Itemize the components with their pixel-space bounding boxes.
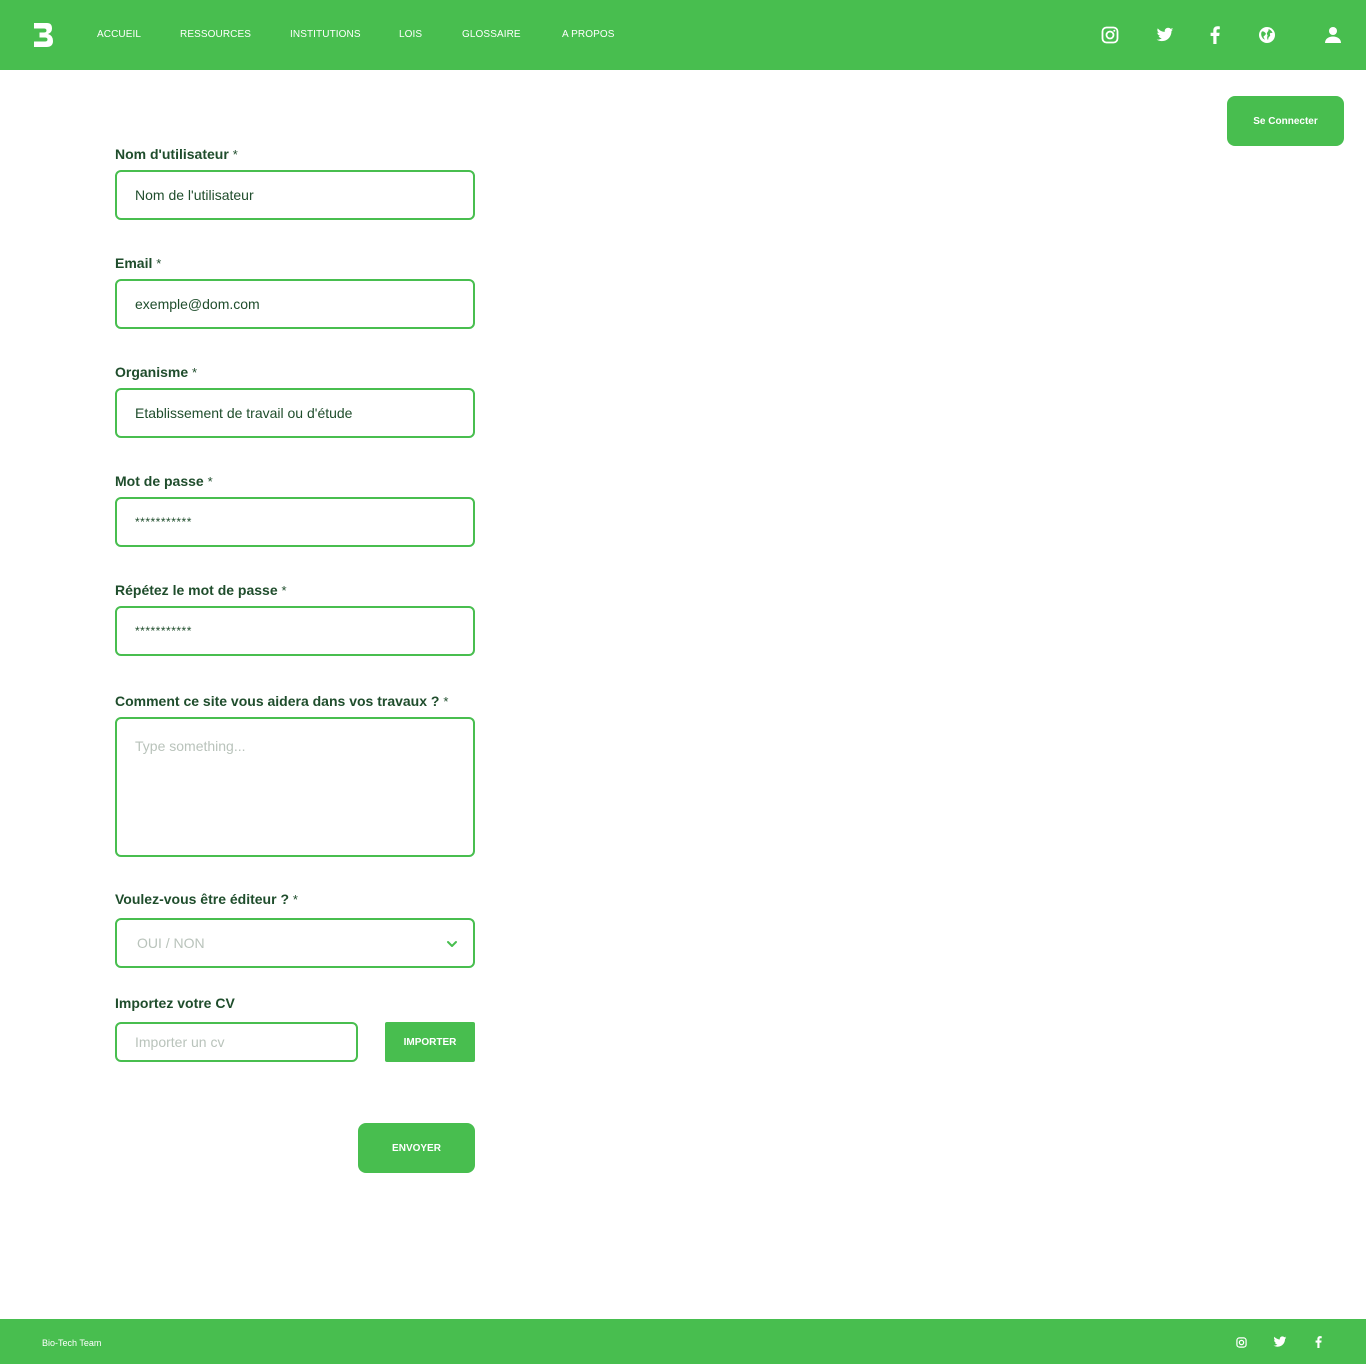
nav-lois[interactable]: LOIS xyxy=(399,29,422,40)
footer-text: Bio-Tech Team xyxy=(42,1338,102,1348)
password-repeat-value: *********** xyxy=(135,624,192,638)
facebook-icon[interactable] xyxy=(1311,1335,1325,1349)
motivation-placeholder: Type something... xyxy=(135,738,246,754)
required-mark: * xyxy=(292,892,298,907)
username-label: Nom d'utilisateur * xyxy=(115,146,238,162)
required-mark: * xyxy=(156,256,162,271)
editor-label: Voulez-vous être éditeur ? * xyxy=(115,891,298,907)
twitter-icon[interactable] xyxy=(1155,25,1175,45)
nav-accueil[interactable]: ACCUEIL xyxy=(97,29,141,40)
required-mark: * xyxy=(207,474,213,489)
username-label-text: Nom d'utilisateur xyxy=(115,146,229,162)
motivation-label-text: Comment ce site vous aidera dans vos tra… xyxy=(115,693,440,709)
email-label: Email * xyxy=(115,255,161,271)
facebook-icon[interactable] xyxy=(1205,25,1225,45)
password-input[interactable]: *********** xyxy=(115,497,475,547)
bird-icon[interactable] xyxy=(1273,1335,1287,1349)
email-label-text: Email xyxy=(115,255,153,271)
logo-icon[interactable] xyxy=(31,20,55,50)
password-value: *********** xyxy=(135,515,192,529)
chevron-down-icon xyxy=(447,941,457,947)
connect-button[interactable]: Se Connecter xyxy=(1227,96,1344,146)
organisme-input[interactable]: Etablissement de travail ou d'étude xyxy=(115,388,475,438)
email-input[interactable]: exemple@dom.com xyxy=(115,279,475,329)
nav-glossaire[interactable]: GLOSSAIRE xyxy=(462,29,521,40)
footer: Bio-Tech Team xyxy=(0,1319,1366,1364)
required-mark: * xyxy=(281,583,287,598)
submit-button[interactable]: ENVOYER xyxy=(358,1123,475,1173)
editor-select-value: OUI / NON xyxy=(137,935,205,951)
password-label: Mot de passe * xyxy=(115,473,213,489)
editor-label-text: Voulez-vous être éditeur ? xyxy=(115,891,289,907)
nav-institutions[interactable]: INSTITUTIONS xyxy=(290,29,361,40)
nav-ressources[interactable]: RESSOURCES xyxy=(180,29,251,40)
cv-label: Importez votre CV xyxy=(115,995,235,1011)
user-icon[interactable] xyxy=(1323,25,1343,45)
cv-file-input[interactable]: Importer un cv xyxy=(115,1022,358,1062)
nav-a-propos[interactable]: A PROPOS xyxy=(562,29,615,40)
instagram-icon[interactable] xyxy=(1234,1335,1248,1349)
organisme-label: Organisme * xyxy=(115,364,197,380)
top-navbar: ACCUEIL RESSOURCES INSTITUTIONS LOIS GLO… xyxy=(0,0,1366,70)
organisme-label-text: Organisme xyxy=(115,364,189,380)
cv-placeholder: Importer un cv xyxy=(135,1034,225,1050)
password-label-text: Mot de passe xyxy=(115,473,204,489)
required-mark: * xyxy=(443,694,449,709)
username-value: Nom de l'utilisateur xyxy=(135,187,254,203)
email-value: exemple@dom.com xyxy=(135,296,260,312)
motivation-textarea[interactable]: Type something... xyxy=(115,717,475,857)
password-repeat-label: Répétez le mot de passe * xyxy=(115,582,287,598)
username-input[interactable]: Nom de l'utilisateur xyxy=(115,170,475,220)
required-mark: * xyxy=(192,365,198,380)
editor-select[interactable]: OUI / NON xyxy=(115,918,475,968)
password-repeat-input[interactable]: *********** xyxy=(115,606,475,656)
instagram-icon[interactable] xyxy=(1100,25,1120,45)
globe-icon[interactable] xyxy=(1257,25,1277,45)
import-button[interactable]: IMPORTER xyxy=(385,1022,475,1062)
required-mark: * xyxy=(232,147,238,162)
organisme-value: Etablissement de travail ou d'étude xyxy=(135,405,353,421)
password-repeat-label-text: Répétez le mot de passe xyxy=(115,582,278,598)
motivation-label: Comment ce site vous aidera dans vos tra… xyxy=(115,693,448,709)
